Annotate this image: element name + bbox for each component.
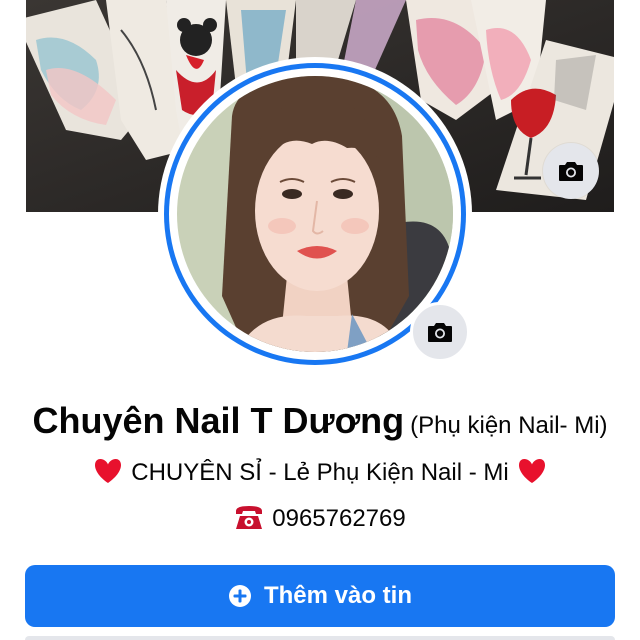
next-button-edge[interactable] bbox=[25, 636, 615, 640]
profile-name-main: Chuyên Nail T Dương bbox=[32, 400, 405, 441]
profile-page: Chuyên Nail T Dương (Phụ kiện Nail- Mi) C… bbox=[0, 0, 640, 640]
cover-camera-button[interactable] bbox=[543, 143, 599, 199]
red-heart-icon bbox=[518, 458, 545, 483]
profile-photo-image bbox=[177, 76, 453, 352]
profile-name-suffix: (Phụ kiện Nail- Mi) bbox=[410, 412, 608, 439]
red-heart-icon bbox=[95, 458, 122, 483]
profile-phone: 0965762769 bbox=[0, 503, 640, 533]
plus-circle-icon bbox=[228, 585, 251, 607]
camera-icon bbox=[428, 323, 452, 342]
profile-camera-button[interactable] bbox=[410, 302, 470, 362]
camera-icon bbox=[559, 162, 583, 181]
add-to-story-button[interactable]: Thêm vào tin bbox=[25, 565, 615, 627]
profile-bio: CHUYÊN SỈ - Lẻ Phụ Kiện Nail - Mi bbox=[0, 458, 640, 487]
profile-photo bbox=[177, 76, 453, 352]
bio-text: CHUYÊN SỈ - Lẻ Phụ Kiện Nail - Mi bbox=[131, 459, 509, 486]
profile-name: Chuyên Nail T Dương (Phụ kiện Nail- Mi) bbox=[0, 400, 640, 442]
add-to-story-label: Thêm vào tin bbox=[263, 582, 413, 609]
phone-number: 0965762769 bbox=[272, 505, 406, 532]
telephone-icon bbox=[236, 506, 263, 529]
